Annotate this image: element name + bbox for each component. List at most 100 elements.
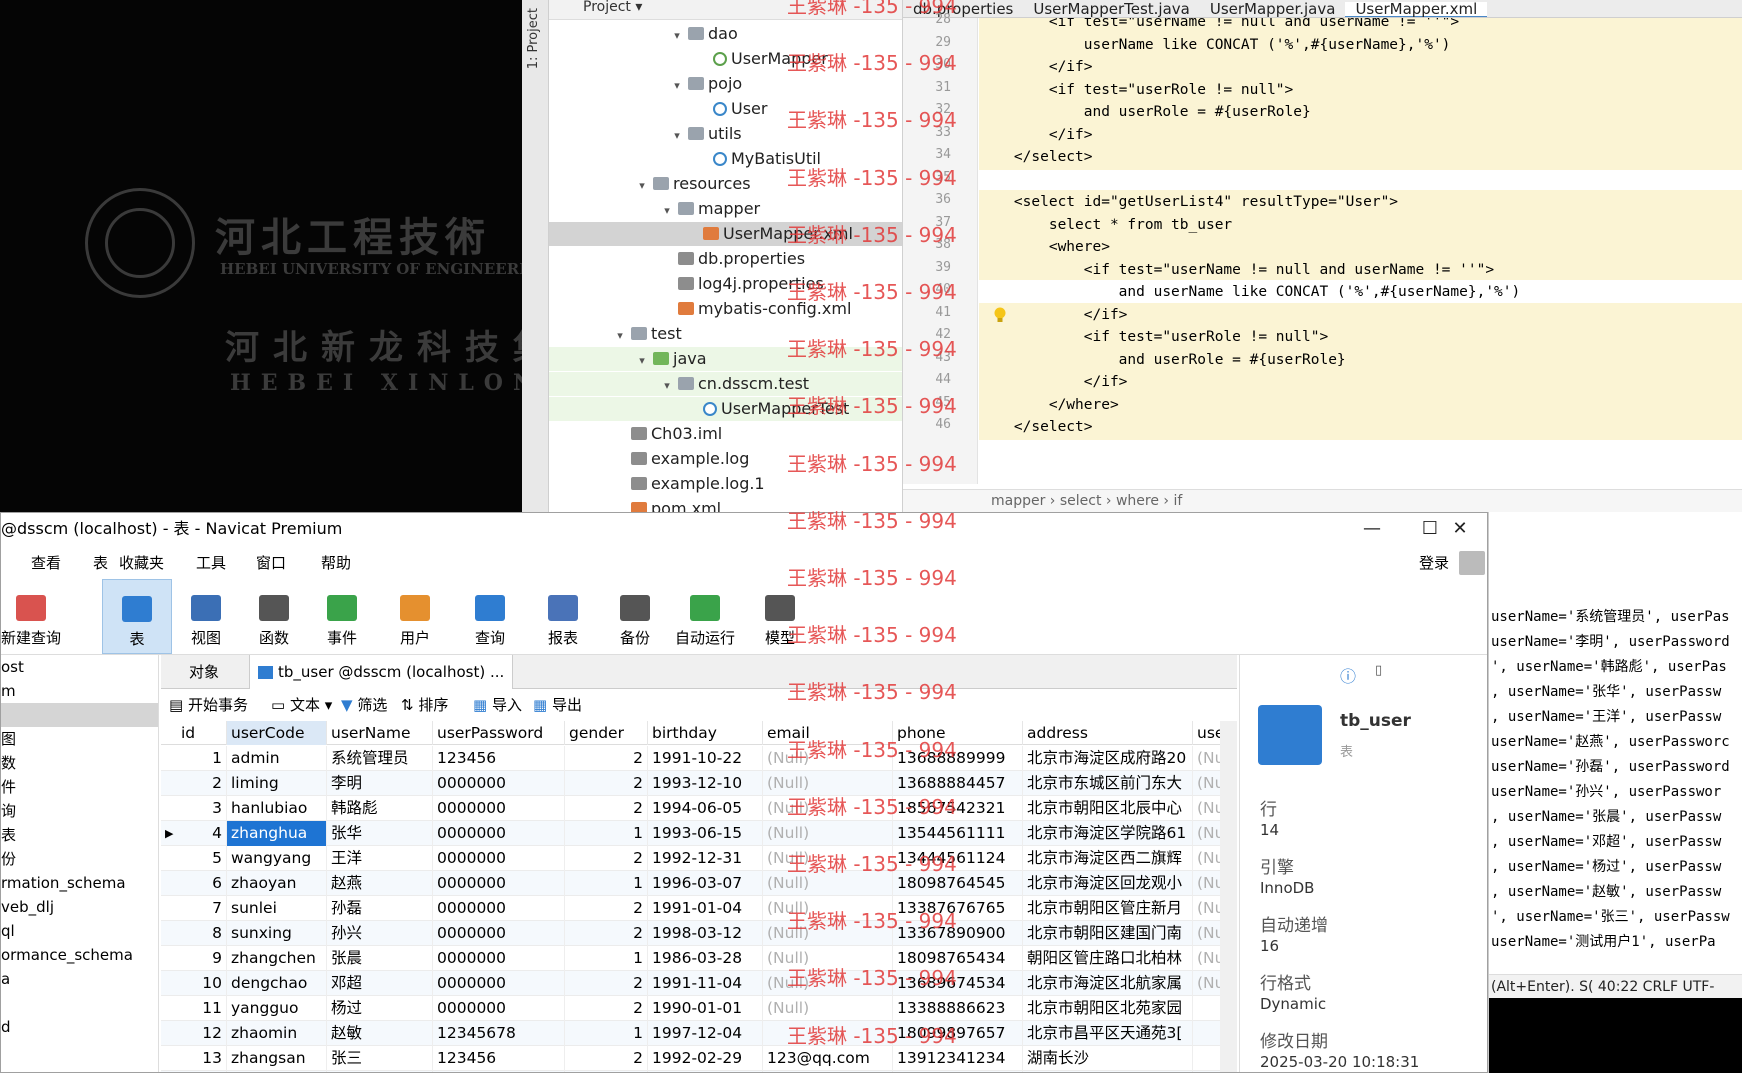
chevron-down-icon[interactable]: ▾	[613, 324, 627, 348]
table-cell[interactable]: 1	[565, 821, 648, 846]
table-cell[interactable]: 北京市昌平区天通苑3[	[1023, 1021, 1193, 1046]
column-header[interactable]: phone	[893, 721, 1023, 745]
table-cell[interactable]: 2	[565, 921, 648, 946]
table-cell[interactable]: 13688889999	[893, 746, 1023, 771]
chevron-down-icon[interactable]: ▾	[660, 199, 674, 223]
table-cell[interactable]: 2	[565, 771, 648, 796]
filter-button[interactable]: ▼ 筛选	[341, 691, 387, 719]
table-cell[interactable]: 3	[177, 796, 227, 821]
table-cell[interactable]: 北京市海淀区成府路20	[1023, 746, 1193, 771]
table-cell[interactable]: (Null)	[763, 846, 893, 871]
table-cell[interactable]: (Null)	[763, 896, 893, 921]
new-query-button[interactable]: 新建查询	[1, 579, 61, 654]
connection-tree-item[interactable]	[1, 703, 158, 727]
tree-item[interactable]: UserMapper.xml	[549, 222, 902, 246]
table-cell[interactable]: 2	[565, 896, 648, 921]
table-cell[interactable]: 1990-01-01	[648, 996, 763, 1021]
menu-favorites[interactable]: 收藏夹	[119, 549, 164, 577]
table-cell[interactable]: 1	[177, 746, 227, 771]
tree-item[interactable]: example.log.1	[549, 472, 902, 496]
tree-item[interactable]: MyBatisUtil	[549, 147, 902, 171]
table-cell[interactable]: 北京市海淀区回龙观小	[1023, 871, 1193, 896]
table-cell[interactable]: 北京市朝阳区北辰中心	[1023, 796, 1193, 821]
table-row[interactable]: 13 zhangsan 张三 123456 2 1992-02-29 123@qq.com 1…	[161, 1046, 1237, 1071]
table-cell[interactable]: 6	[177, 871, 227, 896]
table-cell[interactable]: 1991-01-04	[648, 896, 763, 921]
automation-button[interactable]: 自动运行	[670, 579, 740, 654]
column-header[interactable]: email	[763, 721, 893, 745]
table-cell[interactable]: 0000000	[433, 796, 565, 821]
table-cell[interactable]: 11	[177, 996, 227, 1021]
table-cell[interactable]: (Null)	[763, 821, 893, 846]
table-cell[interactable]: 10	[177, 971, 227, 996]
backup-button[interactable]: 备份	[600, 579, 670, 654]
table-cell[interactable]: (Null)	[763, 971, 893, 996]
table-cell[interactable]: 13387676765	[893, 896, 1023, 921]
table-cell[interactable]: 0000000	[433, 846, 565, 871]
table-cell[interactable]: 0000000	[433, 921, 565, 946]
connection-tree-item[interactable]: 数	[1, 751, 158, 775]
table-cell[interactable]: 13688884457	[893, 771, 1023, 796]
table-row[interactable]: 11 yangguo 杨过 0000000 2 1990-01-01 (Null) 13388…	[161, 996, 1237, 1021]
table-cell[interactable]: 0000000	[433, 946, 565, 971]
connection-tree-item[interactable]: 件	[1, 775, 158, 799]
breadcrumb-item[interactable]: where	[1116, 493, 1159, 509]
login-link[interactable]: 登录	[1419, 549, 1449, 577]
table-cell[interactable]: zhangsan	[227, 1046, 327, 1071]
table-cell[interactable]: liming	[227, 771, 327, 796]
table-cell[interactable]: 18099897657	[893, 1021, 1023, 1046]
table-cell[interactable]: 1998-03-12	[648, 921, 763, 946]
table-cell[interactable]: 2	[565, 996, 648, 1021]
table-cell[interactable]: 北京市东城区前门东大	[1023, 771, 1193, 796]
view-button[interactable]: 视图	[171, 579, 241, 654]
tree-item[interactable]: example.log	[549, 447, 902, 471]
tree-item[interactable]: UserMapper	[549, 47, 902, 71]
chevron-down-icon[interactable]: ▾	[670, 124, 684, 148]
table-cell[interactable]: 2	[565, 846, 648, 871]
table-cell[interactable]: 朝阳区管庄路口北柏林	[1023, 946, 1193, 971]
table-cell[interactable]: 13912341234	[893, 1046, 1023, 1071]
table-cell[interactable]: sunlei	[227, 896, 327, 921]
breadcrumb-item[interactable]: if	[1173, 493, 1182, 509]
table-cell[interactable]: 2	[565, 1046, 648, 1071]
event-button[interactable]: 事件	[307, 579, 377, 654]
table-row[interactable]: 7 sunlei 孙磊 0000000 2 1991-01-04 (Null) 1338767…	[161, 896, 1237, 921]
table-cell[interactable]: (Null)	[763, 771, 893, 796]
function-button[interactable]: 函数	[239, 579, 309, 654]
table-cell[interactable]: 北京市朝阳区北苑家园	[1023, 996, 1193, 1021]
table-cell[interactable]: 1986-03-28	[648, 946, 763, 971]
table-cell[interactable]: 0000000	[433, 771, 565, 796]
table-cell[interactable]: (Null)	[763, 946, 893, 971]
table-cell[interactable]: 1991-10-22	[648, 746, 763, 771]
connection-tree-item[interactable]: ormance_schema	[1, 943, 158, 967]
table-cell[interactable]: 湖南长沙	[1023, 1046, 1193, 1071]
table-cell[interactable]: 李明	[327, 771, 433, 796]
table-cell[interactable]: zhangchen	[227, 946, 327, 971]
table-row[interactable]: 9 zhangchen 张晨 0000000 1 1986-03-28 (Null) 1809…	[161, 946, 1237, 971]
connection-tree-item[interactable]: 份	[1, 847, 158, 871]
table-cell[interactable]: yangguo	[227, 996, 327, 1021]
table-cell[interactable]: 1997-12-04	[648, 1021, 763, 1046]
table-cell[interactable]: dengchao	[227, 971, 327, 996]
table-cell[interactable]: 2	[565, 796, 648, 821]
table-cell[interactable]: 5	[177, 846, 227, 871]
table-cell[interactable]: 13388886623	[893, 996, 1023, 1021]
connection-tree-item[interactable]: a	[1, 967, 158, 991]
table-cell[interactable]: (Null)	[763, 921, 893, 946]
table-cell[interactable]: 0000000	[433, 896, 565, 921]
menu-view[interactable]: 查看	[31, 549, 61, 577]
tree-item[interactable]: UserMapperTest	[549, 397, 902, 421]
tree-item[interactable]: pom.xml	[549, 497, 902, 512]
table-cell[interactable]: 13544561111	[893, 821, 1023, 846]
connection-tree-item[interactable]	[1, 991, 158, 1015]
table-cell[interactable]: 北京市海淀区西二旗辉	[1023, 846, 1193, 871]
table-cell[interactable]: 1	[565, 1021, 648, 1046]
column-header[interactable]: userPassword	[433, 721, 565, 745]
table-cell[interactable]: 1993-12-10	[648, 771, 763, 796]
column-header[interactable]: id	[177, 721, 227, 745]
table-row[interactable]: 3 hanlubiao 韩路彪 0000000 2 1994-06-05 (Null) 185…	[161, 796, 1237, 821]
table-row[interactable]: 5 wangyang 王洋 0000000 2 1992-12-31 (Null) 13444…	[161, 846, 1237, 871]
table-cell[interactable]: 1992-02-29	[648, 1046, 763, 1071]
column-header[interactable]: gender	[565, 721, 648, 745]
minimize-button[interactable]: —	[1343, 513, 1401, 545]
